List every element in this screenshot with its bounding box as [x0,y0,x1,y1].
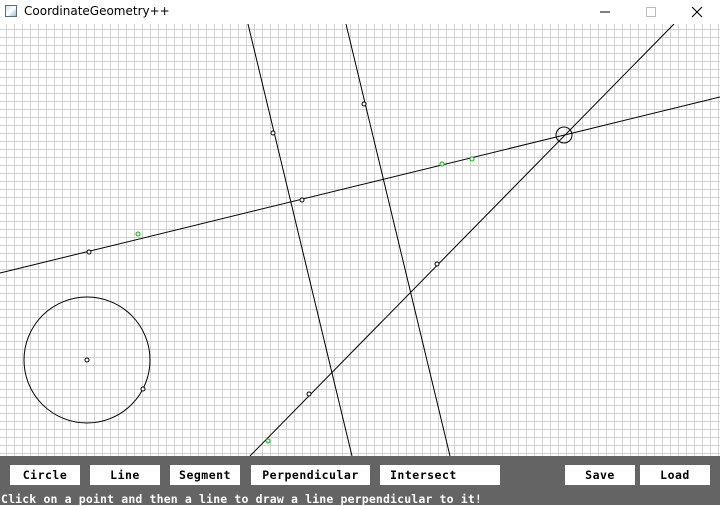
window-title: CoordinateGeometry++ [24,4,170,18]
steep-line-left[interactable] [247,24,353,456]
point[interactable] [84,357,90,363]
segment-button[interactable]: Segment [170,465,240,485]
long-line[interactable] [0,96,720,274]
circle-button[interactable]: Circle [10,465,80,485]
app-icon [5,5,17,17]
highlight-point[interactable] [265,438,271,444]
point[interactable] [299,197,305,203]
highlight-point[interactable] [135,231,141,237]
highlight-point[interactable] [439,161,445,167]
minimize-icon [600,11,610,13]
load-button[interactable]: Load [640,465,710,485]
status-message: Click on a point and then a line to draw… [1,492,483,506]
point[interactable] [270,130,276,136]
point[interactable] [306,391,312,397]
point[interactable] [140,386,146,392]
intersect-button[interactable]: Intersect [380,465,500,485]
geometry-drawing[interactable] [0,24,720,456]
title-bar: CoordinateGeometry++ [0,0,720,24]
close-button[interactable] [674,0,720,24]
point[interactable] [434,261,440,267]
maximize-icon [646,7,656,17]
diagonal-line[interactable] [249,24,675,456]
point[interactable] [86,249,92,255]
minimize-button[interactable] [582,0,628,24]
maximize-button[interactable] [628,0,674,24]
perpendicular-button[interactable]: Perpendicular [251,465,370,485]
drawing-canvas[interactable] [0,24,720,456]
line-button[interactable]: Line [90,465,160,485]
close-icon [691,6,703,18]
highlight-point[interactable] [469,156,475,162]
save-button[interactable]: Save [565,465,635,485]
steep-line-right[interactable] [345,24,451,456]
point[interactable] [361,101,367,107]
